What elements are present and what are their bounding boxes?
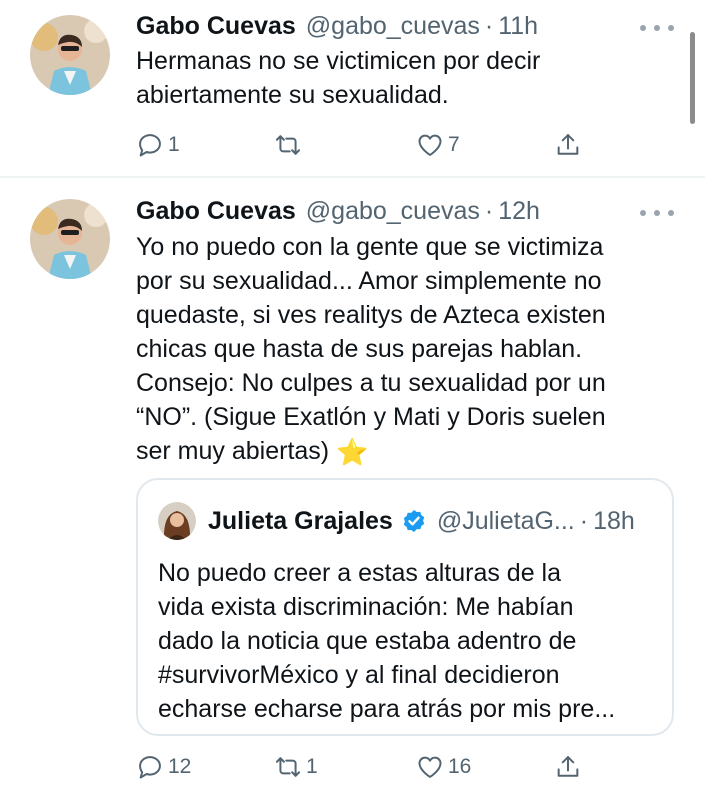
reply-icon [139, 134, 161, 157]
author-handle[interactable]: @gabo_cuevas [306, 12, 480, 41]
tweet[interactable]: Gabo Cuevas @gabo_cuevas · 12h Yo no pue… [0, 178, 705, 800]
retweet-icon [275, 135, 301, 155]
tweet[interactable]: Gabo Cuevas @gabo_cuevas · 11h Hermanas … [0, 0, 705, 176]
quoted-author-handle[interactable]: @JulietaG... [437, 507, 575, 536]
more-icon[interactable] [640, 207, 674, 219]
tweet-text-line: “NO”. (Sigue Exatlón y Mati y Doris suel… [136, 403, 606, 431]
quoted-avatar[interactable] [158, 502, 196, 540]
reply-button[interactable]: 12 [136, 750, 191, 784]
share-icon [557, 756, 579, 777]
author-name[interactable]: Gabo Cuevas [136, 197, 296, 226]
share-button[interactable] [554, 128, 582, 162]
quoted-text-line: echarse echarse para atrás por mis pre..… [158, 695, 616, 723]
separator: · [484, 196, 494, 225]
author-handle[interactable]: @gabo_cuevas [306, 197, 480, 226]
quoted-tweet[interactable]: Julieta Grajales @JulietaG... · 18h No p… [136, 478, 674, 736]
like-button[interactable]: 7 [416, 128, 460, 162]
verified-badge-icon [403, 509, 425, 533]
quoted-header: Julieta Grajales @JulietaG... · 18h [208, 504, 635, 538]
like-count: 7 [448, 133, 460, 156]
star-emoji: ⭐ [336, 437, 369, 467]
quoted-time[interactable]: 18h [593, 507, 635, 536]
quoted-author-name[interactable]: Julieta Grajales [208, 507, 393, 536]
separator: · [484, 11, 494, 40]
retweet-button[interactable] [274, 128, 306, 162]
quoted-text: No puedo creer a estas alturas de la vid… [158, 556, 658, 726]
tweet-text: Yo no puedo con la gente que se victimiz… [136, 230, 676, 469]
tweet-text-line: abiertamente su sexualidad. [136, 81, 449, 109]
reply-button[interactable]: 1 [136, 128, 180, 162]
reply-icon [139, 756, 161, 779]
retweet-button[interactable]: 1 [274, 750, 318, 784]
quoted-text-line: #survivorMéxico y al final decidieron [158, 661, 560, 689]
author-name[interactable]: Gabo Cuevas [136, 12, 296, 41]
like-button[interactable]: 16 [416, 750, 471, 784]
share-button[interactable] [554, 750, 582, 784]
like-count: 16 [448, 755, 472, 778]
tweet-time[interactable]: 12h [498, 197, 540, 226]
tweet-text-segment: ser muy abiertas) [136, 437, 330, 465]
share-icon [557, 134, 579, 155]
avatar[interactable] [30, 15, 110, 95]
tweet-text-line: Consejo: No culpes a tu sexualidad por u… [136, 369, 606, 397]
reply-count: 1 [168, 133, 180, 156]
heart-icon [418, 134, 442, 156]
retweet-count: 1 [306, 755, 318, 778]
tweet-actions: 1 7 [136, 128, 596, 162]
quoted-text-line: No puedo creer a estas alturas de la [158, 559, 562, 587]
reply-count: 12 [168, 755, 192, 778]
tweet-text-line: Yo no puedo con la gente que se victimiz… [136, 233, 604, 261]
tweet-text-line: Hermanas no se victimicen por decir [136, 47, 541, 75]
retweet-icon [275, 757, 301, 777]
tweet-text-line: chicas que hasta de sus parejas hablan. [136, 335, 583, 363]
avatar[interactable] [30, 199, 110, 279]
tweet-text-line: ser muy abiertas) ⭐ [136, 434, 676, 469]
quoted-text-line: vida exista discriminación: Me habían [158, 593, 574, 621]
scrollbar[interactable] [690, 32, 695, 124]
tweet-header: Gabo Cuevas @gabo_cuevas · 11h [136, 9, 538, 43]
tweet-text-line: por su sexualidad... Amor simplemente no [136, 267, 602, 295]
tweet-header: Gabo Cuevas @gabo_cuevas · 12h [136, 194, 540, 228]
tweet-time[interactable]: 11h [498, 12, 538, 41]
more-icon[interactable] [640, 22, 674, 34]
tweet-text-line: quedaste, si ves realitys de Azteca exis… [136, 301, 606, 329]
quoted-text-line: dado la noticia que estaba adentro de [158, 627, 577, 655]
heart-icon [418, 756, 442, 778]
separator: · [579, 506, 589, 535]
tweet-text: Hermanas no se victimicen por decir abie… [136, 44, 676, 112]
tweet-actions: 12 1 16 [136, 750, 596, 784]
